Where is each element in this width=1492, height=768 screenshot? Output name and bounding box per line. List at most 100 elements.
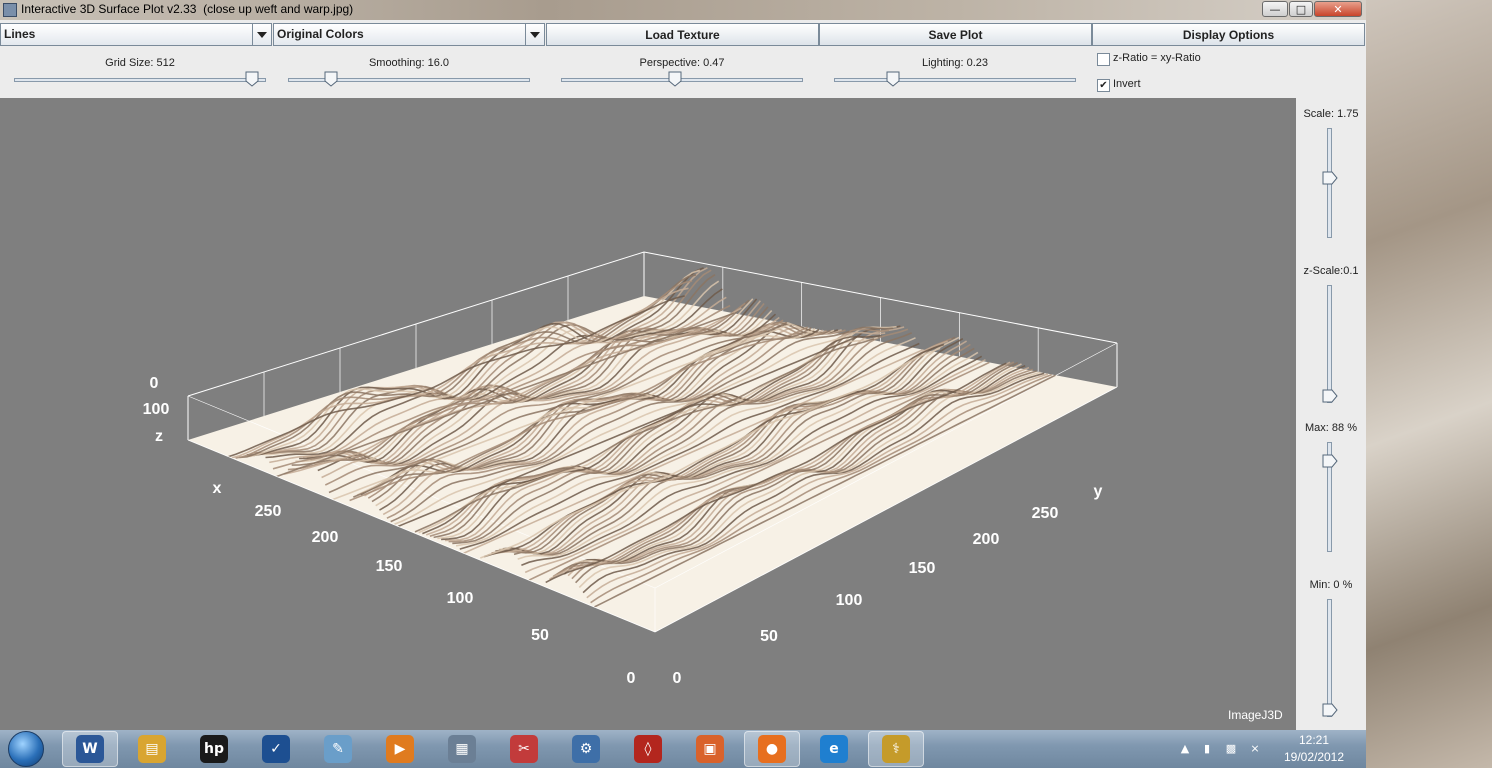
calculator-icon: ▦: [448, 735, 476, 763]
lighting-label: Lighting: 0.23: [921, 57, 989, 69]
y-tick-label: 100: [836, 592, 863, 609]
perspective-label: Perspective: 0.47: [639, 57, 725, 69]
max-label: Max: 88 %: [1305, 422, 1357, 434]
chevron-down-icon[interactable]: [252, 24, 271, 45]
grid-size-label: Grid Size: 512: [105, 57, 175, 69]
office-icon: ▣: [696, 735, 724, 763]
lighting-slider[interactable]: Lighting: 0.23: [834, 54, 1076, 90]
paint-icon: ✎: [324, 735, 352, 763]
imagej-icon: ⚕: [882, 735, 910, 763]
slider-track[interactable]: [1327, 599, 1332, 717]
start-button[interactable]: [4, 731, 48, 767]
show-hidden-icons-icon[interactable]: ▲: [1178, 742, 1192, 756]
display-mode-value: Lines: [4, 27, 36, 41]
x-tick-label: 100: [447, 590, 474, 607]
taskbar-item[interactable]: ▶: [372, 731, 428, 767]
taskbar: W ▤ hp ✓ ✎ ▶ ▦ ✂ ⚙ ◊ ▣ ● e ⚕ ▲ ▮ ▩ ⨯ 12:21 19/02/2012: [0, 730, 1366, 768]
z-scale-slider[interactable]: z-Scale:0.1: [1296, 265, 1366, 405]
taskbar-item[interactable]: ⚕: [868, 731, 924, 767]
signal-icon[interactable]: ▩: [1224, 742, 1238, 756]
taskbar-item[interactable]: ▤: [124, 731, 180, 767]
min-label: Min: 0 %: [1309, 579, 1353, 591]
minimize-button[interactable]: —: [1262, 1, 1288, 17]
x-axis-label: x: [213, 480, 222, 497]
taskbar-item[interactable]: W: [62, 731, 118, 767]
slider-track[interactable]: [834, 78, 1076, 82]
taskbar-item[interactable]: ●: [744, 731, 800, 767]
word-icon: W: [76, 735, 104, 763]
slider-track[interactable]: [14, 78, 266, 82]
hp-icon: hp: [200, 735, 228, 763]
taskbar-item[interactable]: ▣: [682, 731, 738, 767]
x-tick-label: 200: [312, 529, 339, 546]
volume-muted-icon[interactable]: ⨯: [1248, 742, 1262, 756]
slider-track[interactable]: [1327, 285, 1332, 403]
acrobat-icon: ◊: [634, 735, 662, 763]
min-slider[interactable]: Min: 0 %: [1296, 579, 1366, 721]
power-icon[interactable]: ▮: [1200, 742, 1214, 756]
slider-thumb[interactable]: [245, 71, 259, 87]
close-button[interactable]: ✕: [1314, 1, 1362, 17]
internet-explorer-icon: e: [820, 735, 848, 763]
imagej3d-watermark: ImageJ3D: [1228, 708, 1283, 722]
load-texture-button[interactable]: Load Texture: [546, 23, 819, 46]
perspective-slider[interactable]: Perspective: 0.47: [561, 54, 803, 90]
y-axis-label: y: [1094, 483, 1103, 500]
surface-floor: [188, 296, 1117, 632]
x-tick-label: 50: [531, 627, 549, 644]
toolbar: Lines Original Colors Load Texture Save …: [0, 21, 1366, 47]
slider-thumb[interactable]: [1322, 703, 1338, 717]
desktop-background: [1366, 0, 1492, 768]
network-icon: ⚙: [572, 735, 600, 763]
taskbar-item[interactable]: ▦: [434, 731, 490, 767]
taskbar-item[interactable]: ✓: [248, 731, 304, 767]
invert-checkbox[interactable]: ✔ Invert: [1097, 78, 1217, 94]
taskbar-item[interactable]: ✎: [310, 731, 366, 767]
taskbar-item[interactable]: ⚙: [558, 731, 614, 767]
max-slider[interactable]: Max: 88 %: [1296, 422, 1366, 554]
y-tick-label: 50: [760, 628, 778, 645]
clock-date[interactable]: 19/02/2012: [1274, 750, 1354, 764]
clock-time[interactable]: 12:21: [1274, 733, 1354, 747]
taskbar-item[interactable]: e: [806, 731, 862, 767]
display-mode-select[interactable]: Lines: [0, 23, 272, 46]
save-plot-button[interactable]: Save Plot: [819, 23, 1092, 46]
z-ratio-checkbox[interactable]: z-Ratio = xy-Ratio: [1097, 52, 1217, 68]
smoothing-label: Smoothing: 16.0: [368, 57, 450, 69]
color-mode-select[interactable]: Original Colors: [273, 23, 545, 46]
taskbar-item[interactable]: hp: [186, 731, 242, 767]
scale-slider[interactable]: Scale: 1.75: [1296, 108, 1366, 240]
slider-thumb[interactable]: [1322, 389, 1338, 403]
slider-thumb[interactable]: [1322, 171, 1338, 185]
z-scale-label: z-Scale:0.1: [1303, 265, 1359, 277]
taskbar-item[interactable]: ✂: [496, 731, 552, 767]
taskbar-item[interactable]: ◊: [620, 731, 676, 767]
title-bar[interactable]: Interactive 3D Surface Plot v2.33 (close…: [0, 0, 1366, 20]
x-tick-label: 250: [255, 503, 282, 520]
slider-thumb[interactable]: [886, 71, 900, 87]
grid-size-slider[interactable]: Grid Size: 512: [14, 54, 266, 90]
scale-label: Scale: 1.75: [1303, 108, 1359, 120]
slider-thumb[interactable]: [324, 71, 338, 87]
maximize-button[interactable]: □: [1289, 1, 1313, 17]
smoothing-slider[interactable]: Smoothing: 16.0: [288, 54, 530, 90]
color-mode-value: Original Colors: [277, 27, 364, 41]
invert-check-box[interactable]: ✔: [1097, 79, 1110, 92]
slider-thumb[interactable]: [668, 71, 682, 87]
z-ratio-label: z-Ratio = xy-Ratio: [1113, 52, 1201, 64]
z-tick-label: 100: [143, 401, 170, 418]
window-title: Interactive 3D Surface Plot v2.33 (close…: [21, 2, 354, 16]
z-ratio-check-box[interactable]: [1097, 53, 1110, 66]
invert-label: Invert: [1113, 78, 1141, 90]
slider-thumb[interactable]: [1322, 454, 1338, 468]
y-tick-label: 200: [973, 531, 1000, 548]
tasks-icon: ✓: [262, 735, 290, 763]
z-axis-label: z: [155, 428, 163, 445]
plot-canvas[interactable]: 0 100 z x y 250 200 150 100 50 0 250 200 150 100 50 0 Im…: [0, 98, 1296, 730]
firefox-icon: ●: [758, 735, 786, 763]
side-slider-panel: Scale: 1.75 z-Scale:0.1 Max: 88 % Min: 0…: [1296, 98, 1366, 730]
chevron-down-icon[interactable]: [525, 24, 544, 45]
snipping-tool-icon: ✂: [510, 735, 538, 763]
display-options-button[interactable]: Display Options: [1092, 23, 1365, 46]
surface-plot[interactable]: 0 100 z x y 250 200 150 100 50 0 250 200 150 100 50 0: [0, 98, 1296, 730]
